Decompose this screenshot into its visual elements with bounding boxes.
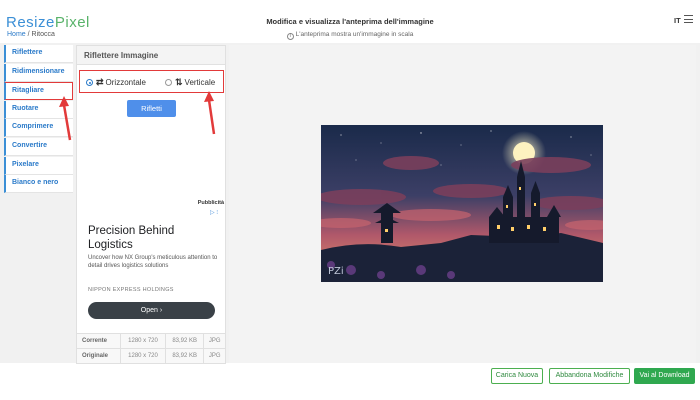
sidebar-item-label: Riflettere — [12, 49, 43, 56]
info-label-current: Corrente — [75, 333, 122, 349]
radio-checked-icon[interactable] — [86, 79, 93, 86]
ad-open-label: Open — [140, 307, 158, 314]
go-to-download-button[interactable]: Vai al Download — [634, 368, 695, 384]
info-format: JPG — [203, 333, 226, 349]
ad-brand: NIPPON EXPRESS HOLDINGS — [88, 287, 174, 293]
vertical-flip-icon: ⇅ — [175, 77, 183, 87]
hamburger-menu-icon[interactable] — [684, 15, 693, 23]
tools-sidebar: Riflettere Ridimensionare Ritagliare Ruo… — [4, 45, 73, 194]
sidebar-item-label: Pixelare — [12, 160, 39, 168]
preview-image: PZi — [321, 125, 603, 282]
sidebar-item-riflettere[interactable]: Riflettere — [4, 45, 73, 63]
sidebar-item-label: Convertire — [12, 141, 48, 149]
sidebar-item-comprimere[interactable]: Comprimere — [4, 119, 73, 138]
radio-horizontal[interactable]: ⇄ Orizzontale — [86, 75, 146, 89]
radio-horizontal-label: Orizzontale — [105, 78, 147, 87]
discard-changes-button[interactable]: Abbandona Modifiche — [549, 368, 630, 384]
ad-body: Uncover how NX Group's meticulous attent… — [88, 255, 218, 269]
page-subtitle-text: L'anteprima mostra un'immagine in scala — [295, 31, 414, 38]
sidebar-item-convertire[interactable]: Convertire — [4, 137, 73, 156]
ad-label: Pubblicità — [197, 200, 224, 206]
sidebar-item-bianco-e-nero[interactable]: Bianco e nero — [4, 175, 73, 194]
ad-headline[interactable]: Precision Behind Logistics — [88, 224, 218, 252]
info-label-original: Originale — [75, 348, 122, 364]
adchoices-icon[interactable]: ▷ ⁝ — [210, 209, 218, 216]
info-size: 83,92 KB — [164, 333, 205, 349]
sidebar-item-ridimensionare[interactable]: Ridimensionare — [4, 63, 73, 82]
sidebar-item-label: Ridimensionare — [12, 67, 65, 75]
page-subtitle: i L'anteprima mostra un'immagine in scala — [0, 31, 700, 40]
chevron-right-icon: › — [159, 307, 163, 314]
info-icon: i — [286, 33, 294, 40]
info-size: 83,92 KB — [164, 348, 205, 364]
watermark-text: PZi — [328, 266, 344, 277]
app-root: ResizePixel Home / Ritocca Modifica e vi… — [0, 0, 700, 400]
info-format: JPG — [203, 348, 226, 364]
upload-new-button[interactable]: Carica Nuova — [491, 368, 543, 384]
radio-unchecked-icon[interactable] — [165, 79, 172, 86]
radio-vertical-label: Verticale — [184, 78, 216, 87]
sidebar-item-label: Ruotare — [12, 104, 39, 112]
table-row: Corrente 1280 x 720 83,92 KB JPG — [75, 333, 226, 349]
language-selector[interactable]: IT — [674, 16, 681, 25]
sidebar-item-pixelare[interactable]: Pixelare — [4, 156, 73, 175]
image-info-table: Corrente 1280 x 720 83,92 KB JPG Origina… — [75, 333, 226, 364]
sidebar-item-label: Ritagliare — [12, 87, 44, 95]
panel-title: Riflettere Immagine — [77, 46, 225, 65]
sidebar-item-ruotare[interactable]: Ruotare — [4, 100, 73, 119]
sidebar-item-label: Bianco e nero — [12, 179, 59, 187]
page-title: Modifica e visualizza l'anteprima dell'i… — [266, 17, 434, 26]
info-dimensions: 1280 x 720 — [120, 333, 166, 349]
horizontal-flip-icon: ⇄ — [96, 77, 104, 87]
sidebar-item-ritagliare[interactable]: Ritagliare — [4, 82, 73, 101]
flip-direction-options: ⇄ Orizzontale ⇅ Verticale — [79, 70, 224, 93]
radio-vertical[interactable]: ⇅ Verticale — [165, 75, 215, 89]
flip-panel: Riflettere Immagine ⇄ Orizzontale ⇅ Vertic… — [76, 45, 226, 363]
sidebar-item-label: Comprimere — [12, 123, 54, 131]
table-row: Originale 1280 x 720 83,92 KB JPG — [75, 348, 226, 364]
castle-night-illustration: PZi — [321, 125, 603, 282]
ad-open-button[interactable]: Open › — [88, 302, 215, 319]
info-dimensions: 1280 x 720 — [120, 348, 166, 364]
flip-button[interactable]: Rifletti — [127, 100, 176, 117]
